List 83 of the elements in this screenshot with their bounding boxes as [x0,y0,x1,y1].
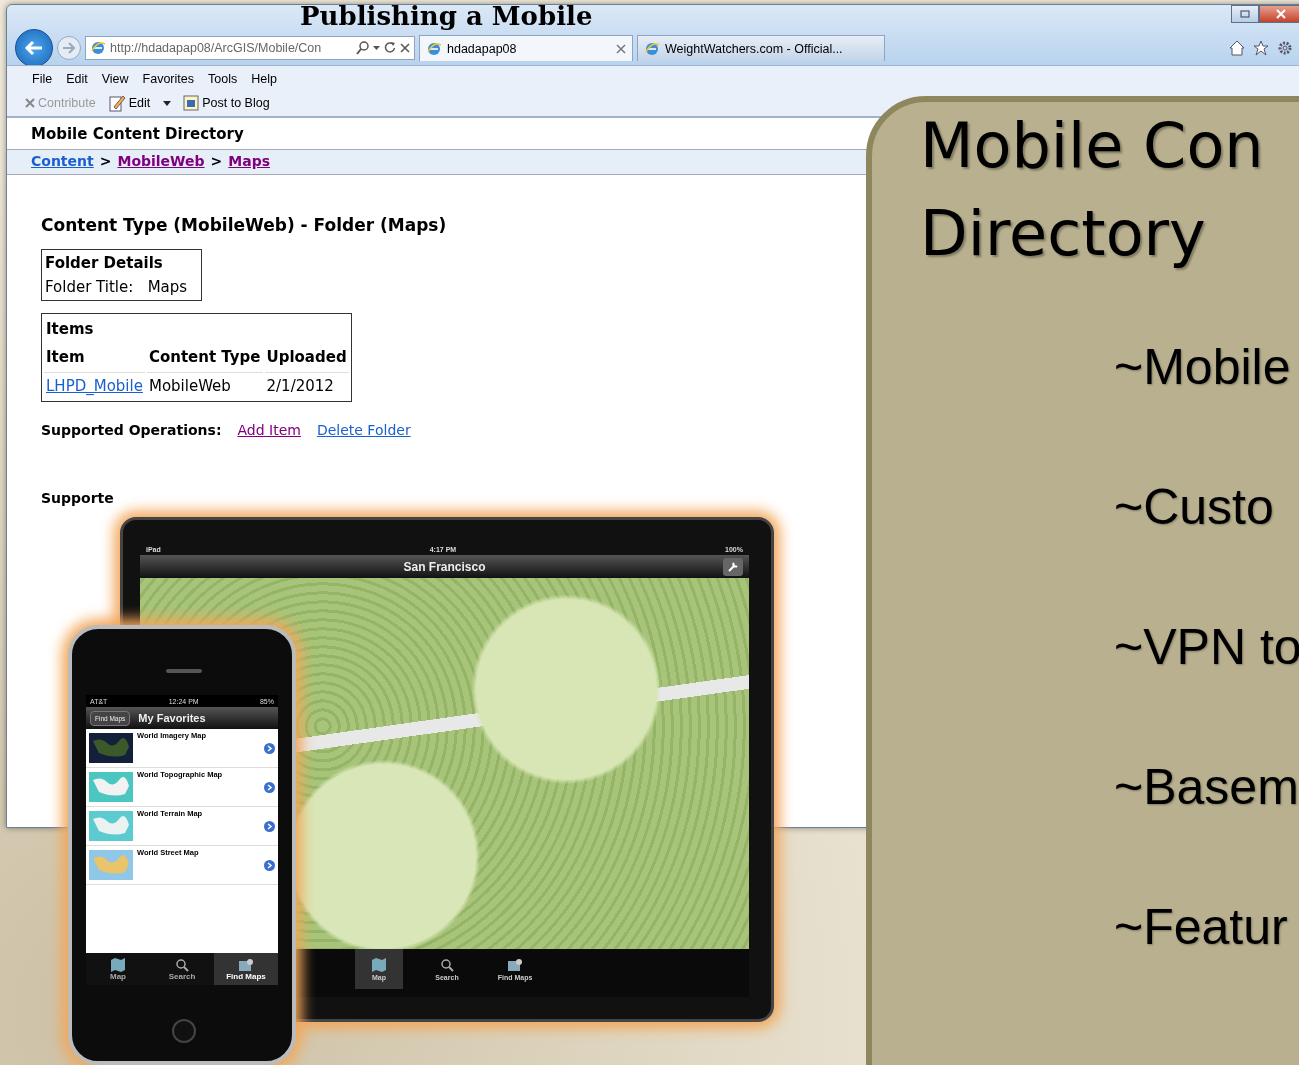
panel-title: Directory [920,196,1207,272]
chevron-icon[interactable] [264,820,275,832]
menu-item[interactable]: File [25,72,60,86]
maps-icon [238,957,254,972]
search-icon [440,957,454,972]
caret-icon[interactable] [163,100,172,106]
bullet-text: ~VPN to [1114,620,1299,674]
table-title: Items [45,319,95,340]
breadcrumb-separator: > [210,153,223,169]
browser-tab[interactable]: WeightWatchers.com - Official... [637,35,885,61]
pencil-page-icon [107,94,126,112]
tab-bar-item[interactable]: Map [86,953,150,985]
toolbar-command[interactable]: Edit [107,94,172,112]
field-label: Folder Title: [45,278,134,296]
browser-tab[interactable]: hdadapap08 [419,35,633,61]
section-label: Supporte [41,490,114,506]
blog-page-icon [183,95,200,111]
tab-bar-item[interactable]: Find Maps [214,953,278,985]
browser-logo-icon [644,40,660,57]
panel-title: Mobile Con [920,108,1265,184]
close-icon [1276,9,1286,19]
menu-item[interactable]: View [94,72,136,86]
search-icon[interactable] [356,41,369,55]
map-icon [371,957,387,972]
caret-icon[interactable] [373,46,380,50]
close-tab-icon[interactable] [616,43,626,54]
star-icon[interactable] [1253,40,1269,56]
bullet-text: ~Basem [1114,760,1299,814]
table-cell: 2/1/2012 [266,377,334,395]
map-thumbnail [89,772,133,802]
toolbar-command[interactable]: Post to Blog [183,95,270,111]
address-field[interactable]: http://hdadapap08/ArcGIS/Mobile/Con [85,36,415,60]
maps-icon [507,957,523,972]
map-thumbnail [89,733,133,763]
column-header: Uploaded [265,347,348,368]
map-thumbnail [89,811,133,841]
breadcrumb-link[interactable]: MobileWeb [117,153,205,169]
nav-title: My Favorites [138,712,206,724]
tab-bar-item[interactable]: Search [150,953,214,985]
search-icon [175,957,189,972]
settings-icon[interactable] [1277,40,1293,56]
close-icon[interactable] [400,43,410,53]
bullet-text: ~Featur [1114,900,1289,954]
slide-title: Publishing a Mobile [300,0,593,32]
menu-item[interactable]: Help [244,72,284,86]
operations-label: Supported Operations: [41,422,222,438]
browser-logo-icon [426,40,442,57]
restore-icon [1240,10,1250,18]
chevron-icon[interactable] [264,781,275,793]
wrench-icon [727,561,739,574]
map-icon [110,957,126,972]
operation-link[interactable]: Add Item [237,422,301,438]
breadcrumb-link[interactable]: Maps [228,153,271,169]
chevron-icon[interactable] [264,859,275,871]
browser-logo-icon [90,40,106,56]
menu-item[interactable]: Favorites [135,72,201,86]
item-link[interactable]: LHPD_Mobile [46,377,143,395]
speaker-slot [166,669,202,673]
arrow-right-icon [62,42,76,54]
nav-title: San Francisco [403,559,486,574]
table-cell: MobileWeb [148,377,231,395]
home-icon[interactable] [1229,40,1245,56]
menu-item[interactable]: Edit [59,72,95,86]
breadcrumb-link[interactable]: Content [31,153,94,169]
column-header: Item [45,347,86,368]
close-button[interactable] [1259,5,1299,23]
wrench-button[interactable] [723,558,743,577]
back-button[interactable] [15,29,53,67]
chevron-icon[interactable] [264,742,275,754]
operation-link[interactable]: Delete Folder [316,422,411,438]
box-title: Folder Details [45,254,164,272]
column-header: Content Type [147,347,262,368]
bullet-text: ~Custo [1114,480,1275,534]
restore-button[interactable] [1231,5,1259,23]
breadcrumb-separator: > [99,153,112,169]
refresh-icon[interactable] [384,42,396,54]
arrow-left-icon [24,40,44,56]
map-thumbnail [89,850,133,880]
close-icon [25,98,35,108]
bullet-text: ~Mobile [1114,340,1292,394]
field-value: Maps [147,278,188,296]
menu-item[interactable]: Tools [201,72,245,86]
page-heading: Content Type (MobileWeb) - Folder (Maps) [41,215,447,235]
